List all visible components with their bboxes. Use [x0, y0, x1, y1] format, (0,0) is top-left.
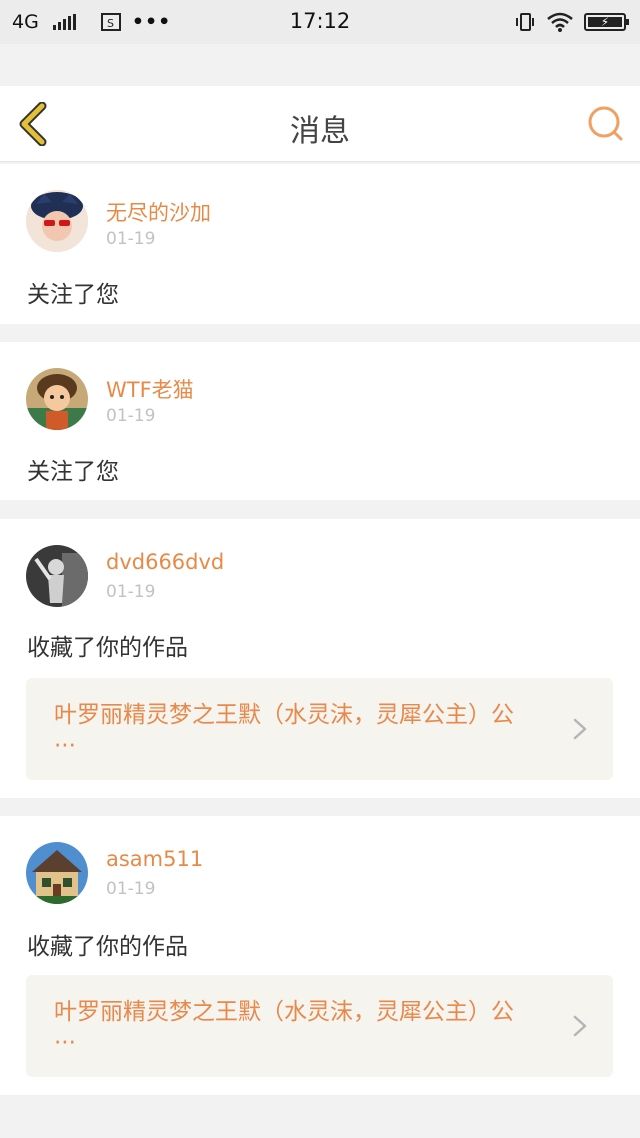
avatar[interactable]: [26, 190, 88, 252]
signal-icon: [52, 14, 76, 30]
user-name[interactable]: asam511: [106, 847, 203, 871]
page-title: 消息: [290, 114, 350, 149]
chevron-right-icon: [573, 718, 587, 740]
more-notifications: •••: [131, 11, 172, 33]
svg-text:S: S: [107, 17, 114, 30]
sim-card-icon: S: [100, 13, 121, 31]
message-card: 无尽的沙加 01-19 关注了您: [0, 164, 640, 324]
wifi-icon: [547, 12, 573, 32]
message-card: WTF老猫 01-19 关注了您: [0, 342, 640, 500]
app-header: 消息: [0, 86, 640, 162]
work-title: 叶罗丽精灵梦之王默（水灵沫，灵犀公主）公···: [54, 702, 514, 759]
user-name[interactable]: dvd666dvd: [106, 550, 224, 574]
avatar[interactable]: [26, 842, 88, 904]
message-date: 01-19: [106, 406, 156, 426]
message-card: asam511 01-19 收藏了你的作品 叶罗丽精灵梦之王默（水灵沫，灵犀公主…: [0, 816, 640, 1095]
user-name[interactable]: WTF老猫: [106, 374, 194, 404]
message-date: 01-19: [106, 229, 156, 249]
search-icon[interactable]: [586, 104, 626, 144]
message-action: 收藏了你的作品: [27, 635, 188, 661]
message-date: 01-19: [106, 879, 156, 899]
message-action: 关注了您: [27, 282, 119, 308]
avatar[interactable]: [26, 368, 88, 430]
message-action: 收藏了你的作品: [27, 934, 188, 960]
work-title: 叶罗丽精灵梦之王默（水灵沫，灵犀公主）公···: [54, 999, 514, 1056]
battery-charging-icon: ⚡: [584, 13, 629, 31]
message-date: 01-19: [106, 582, 156, 602]
chevron-right-icon: [573, 1015, 587, 1037]
work-link[interactable]: 叶罗丽精灵梦之王默（水灵沫，灵犀公主）公···: [26, 975, 613, 1077]
avatar[interactable]: [26, 545, 88, 607]
status-bar: 4G S ••• 17:12 ⚡: [0, 0, 640, 44]
network-label: 4G: [12, 11, 39, 33]
message-action: 关注了您: [27, 459, 119, 485]
message-card: dvd666dvd 01-19 收藏了你的作品 叶罗丽精灵梦之王默（水灵沫，灵犀…: [0, 519, 640, 798]
vibrate-icon: [516, 13, 534, 31]
user-name[interactable]: 无尽的沙加: [106, 197, 211, 227]
work-link[interactable]: 叶罗丽精灵梦之王默（水灵沫，灵犀公主）公···: [26, 678, 613, 780]
